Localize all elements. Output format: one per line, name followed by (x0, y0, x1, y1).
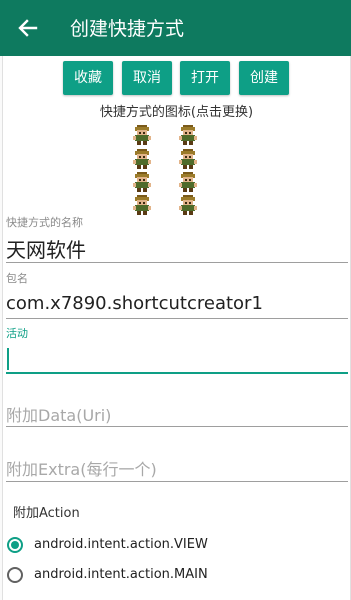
activity-underline (6, 372, 348, 374)
action-option-label: android.intent.action.VIEW (34, 537, 208, 552)
data-uri-input[interactable]: 附加Data(Uri) (6, 402, 111, 426)
radio-checked-icon[interactable] (7, 537, 23, 553)
character-sprite-icon[interactable] (177, 124, 199, 146)
character-sprite-icon[interactable] (131, 194, 153, 216)
data-uri-underline (6, 426, 348, 427)
open-button[interactable]: 打开 (180, 61, 230, 95)
character-sprite-icon[interactable] (131, 124, 153, 146)
shortcut-name-underline (6, 262, 348, 263)
text-cursor (7, 348, 9, 370)
shortcut-name-input[interactable]: 天网软件 (6, 234, 86, 263)
action-button-row: 收藏 取消 打开 创建 (3, 61, 350, 95)
character-sprite-icon[interactable] (177, 194, 199, 216)
action-option-main[interactable]: android.intent.action.MAIN (7, 565, 337, 589)
package-name-input[interactable]: com.x7890.shortcutcreator1 (6, 293, 263, 314)
character-sprite-icon[interactable] (131, 148, 153, 170)
icon-picker-caption: 快捷方式的图标(点击更换) (99, 105, 254, 120)
back-button[interactable] (10, 10, 46, 46)
arrow-left-icon (18, 19, 38, 37)
character-sprite-icon[interactable] (177, 171, 199, 193)
character-sprite-icon[interactable] (177, 148, 199, 170)
action-option-label: android.intent.action.MAIN (34, 567, 208, 582)
package-name-underline (6, 318, 348, 319)
app-bar: 创建快捷方式 (0, 0, 351, 56)
extra-underline (6, 481, 348, 482)
action-section-label: 附加Action (13, 506, 80, 521)
activity-label: 活动 (6, 327, 28, 340)
favorite-button[interactable]: 收藏 (63, 61, 113, 95)
activity-input[interactable] (6, 347, 346, 371)
shortcut-name-label: 快捷方式的名称 (6, 216, 83, 229)
shortcut-form: 收藏 取消 打开 创建 快捷方式的图标(点击更换) 快捷方式的名称 天网软件 包… (2, 56, 351, 600)
cancel-button[interactable]: 取消 (122, 61, 172, 95)
action-option-view[interactable]: android.intent.action.VIEW (7, 535, 337, 559)
extra-input[interactable]: 附加Extra(每行一个) (6, 456, 157, 480)
radio-unchecked-icon[interactable] (7, 567, 23, 583)
character-sprite-icon[interactable] (131, 171, 153, 193)
package-name-label: 包名 (6, 272, 28, 285)
page-title: 创建快捷方式 (70, 18, 185, 40)
create-button[interactable]: 创建 (239, 61, 289, 95)
